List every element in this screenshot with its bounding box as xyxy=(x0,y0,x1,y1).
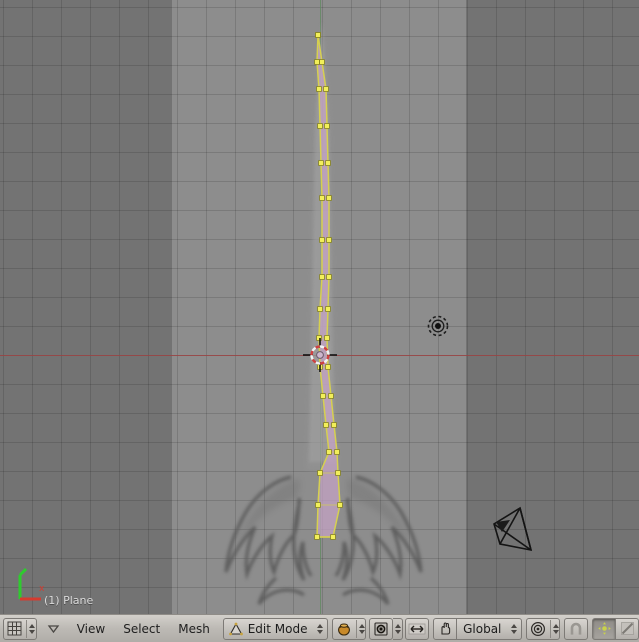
pivot-point-spinner[interactable] xyxy=(550,619,560,638)
editor-type-spinner[interactable] xyxy=(25,619,35,638)
transform-orientation-icon-button[interactable] xyxy=(433,617,458,640)
solid-shading-icon xyxy=(336,618,352,640)
triangle-mesh-icon xyxy=(227,618,245,640)
3d-cursor xyxy=(303,338,337,372)
chevron-down-icon[interactable] xyxy=(41,622,66,635)
edge-select-mode-button[interactable] xyxy=(405,617,430,640)
proportional-edit-icon xyxy=(593,618,615,640)
pivot-point-selector[interactable] xyxy=(526,617,561,640)
snap-toggle-button[interactable] xyxy=(564,617,589,640)
transform-orientation-selector[interactable]: Global xyxy=(457,617,523,640)
select-mode-spinner[interactable] xyxy=(393,617,404,640)
menu-view[interactable]: View xyxy=(68,618,114,640)
magnet-icon xyxy=(565,618,587,640)
viewport-header: View Select Mesh Edit Mode Global xyxy=(0,614,639,642)
camera-object[interactable] xyxy=(486,502,550,558)
mode-selector-spinner[interactable] xyxy=(313,620,324,638)
editor-type-selector[interactable] xyxy=(2,617,37,640)
hand-icon xyxy=(434,618,456,640)
menu-select[interactable]: Select xyxy=(114,618,169,640)
viewport-shading-selector[interactable] xyxy=(331,617,366,640)
proportional-falloff-selector[interactable] xyxy=(616,617,639,640)
transform-orientation-spinner[interactable] xyxy=(507,620,518,638)
mode-selector[interactable]: Edit Mode xyxy=(222,617,329,640)
pivot-median-icon xyxy=(530,618,546,640)
transform-orientation-value: Global xyxy=(463,621,502,636)
mini-axis-x-label: x xyxy=(39,584,45,594)
object-origin-indicator xyxy=(427,315,449,337)
falloff-linear-icon xyxy=(616,618,638,640)
blender-window: x (1) Plane View Select Mesh Edit Mode G… xyxy=(0,0,639,642)
edge-select-icon xyxy=(406,618,428,640)
vertex-select-icon xyxy=(370,618,392,640)
active-object-label: (1) Plane xyxy=(44,594,94,607)
3d-viewport[interactable]: x (1) Plane xyxy=(0,0,639,614)
grid-icon xyxy=(7,618,22,640)
viewport-shading-spinner[interactable] xyxy=(355,619,365,638)
vertex-select-mode-button[interactable] xyxy=(369,617,394,640)
mode-selector-value: Edit Mode xyxy=(247,621,308,636)
menu-mesh[interactable]: Mesh xyxy=(169,618,219,640)
proportional-edit-button[interactable] xyxy=(592,617,617,640)
